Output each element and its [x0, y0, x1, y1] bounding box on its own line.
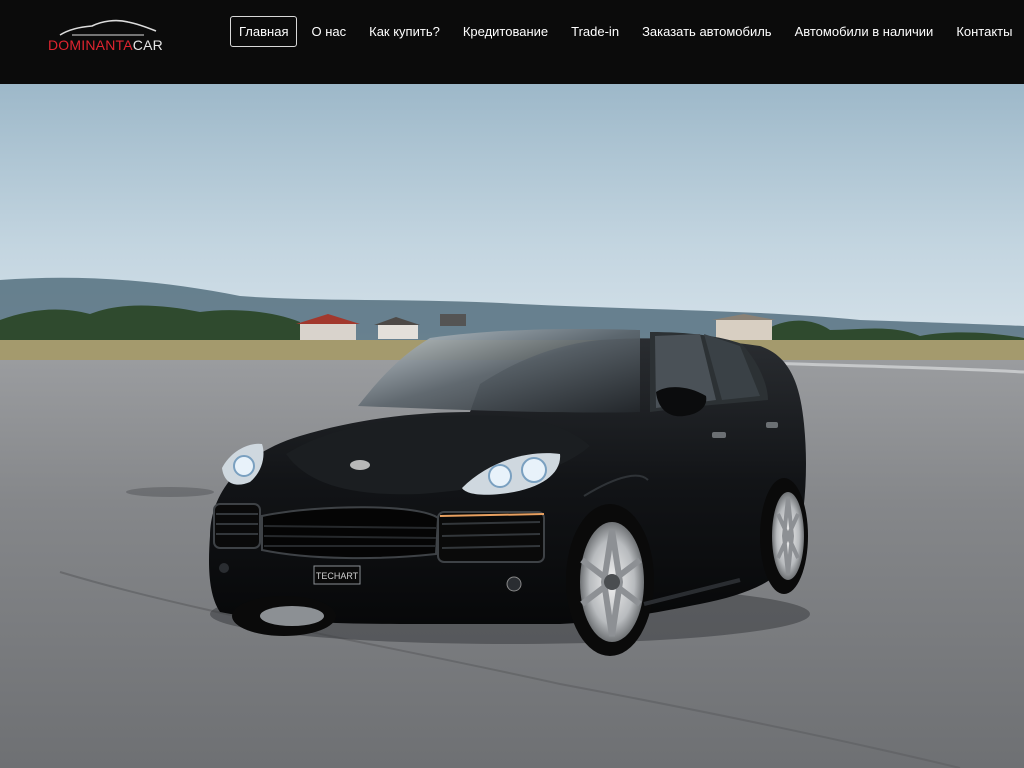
- trees-left: [0, 305, 300, 346]
- license-plate: TECHART: [316, 571, 359, 581]
- nav-item-credit[interactable]: Кредитование: [454, 16, 557, 47]
- nav-item-trade-in[interactable]: Trade-in: [562, 16, 628, 47]
- site-logo[interactable]: DOMINANTACAR: [46, 18, 164, 58]
- hero-banner: TECHART: [0, 84, 1024, 768]
- brand-name: DOMINANTACAR: [48, 37, 163, 53]
- car-silhouette-icon: [59, 19, 157, 36]
- nav-item-order-car[interactable]: Заказать автомобиль: [633, 16, 781, 47]
- nav-item-contacts[interactable]: Контакты: [947, 16, 1021, 47]
- brand-name-part2: CAR: [132, 37, 163, 53]
- nav-item-about[interactable]: О нас: [302, 16, 355, 47]
- main-nav: Главная О нас Как купить? Кредитование T…: [230, 16, 1024, 47]
- hero-car-image: TECHART: [0, 84, 1024, 768]
- nav-item-home[interactable]: Главная: [230, 16, 298, 47]
- nav-item-cars-in-stock[interactable]: Автомобили в наличии: [786, 16, 943, 47]
- nav-item-how-to-buy[interactable]: Как купить?: [360, 16, 449, 47]
- site-header: DOMINANTACAR Главная О нас Как купить? К…: [0, 0, 1024, 84]
- brand-name-part1: DOMINANTA: [48, 37, 133, 53]
